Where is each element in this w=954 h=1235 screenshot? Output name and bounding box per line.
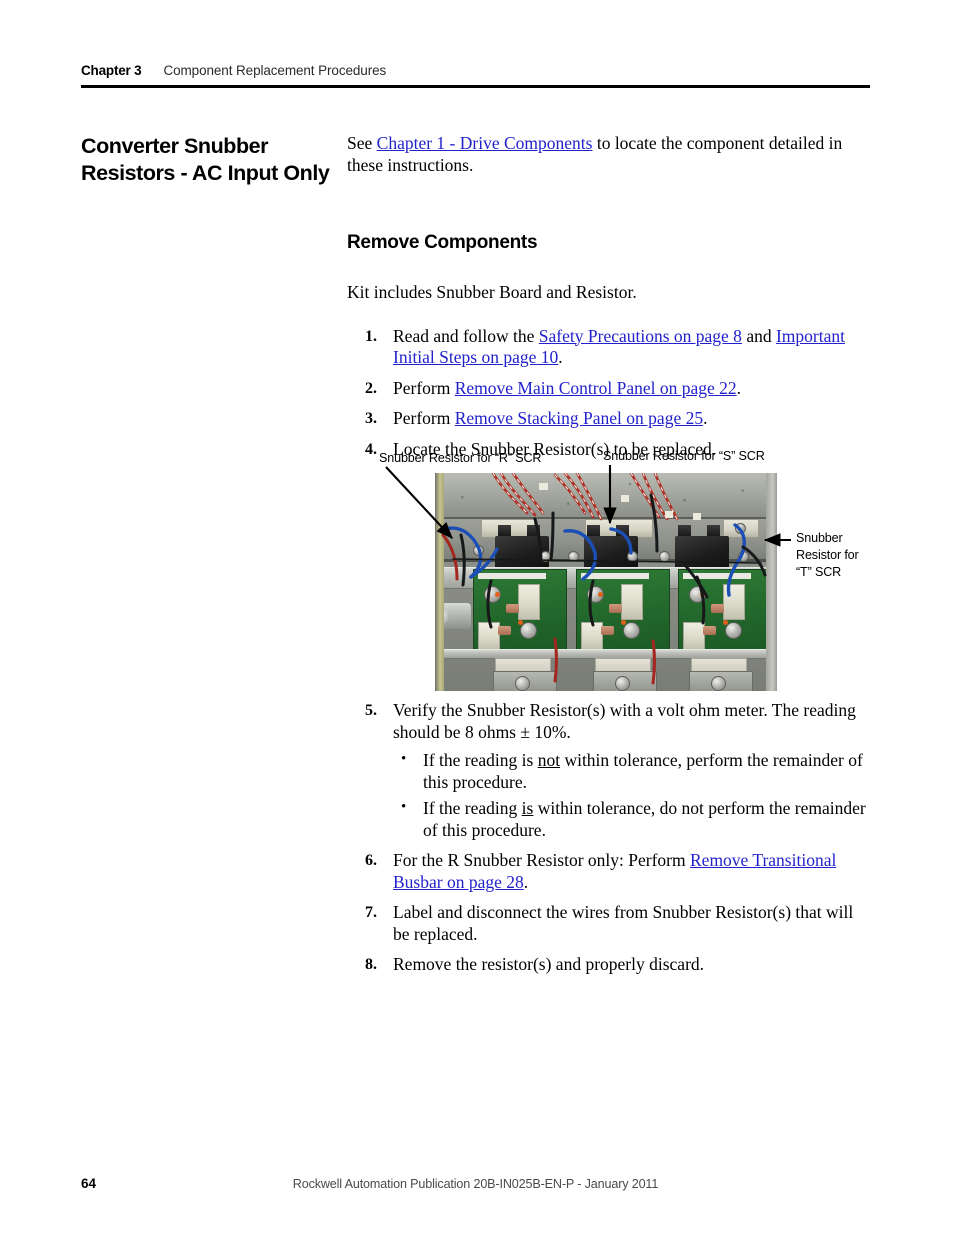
top-step-2-text-0: Perform (393, 408, 455, 428)
step-number: 7. (365, 904, 377, 921)
bullet-icon: • (401, 799, 407, 815)
header-row: Chapter 3 Component Replacement Procedur… (81, 63, 870, 78)
procedure-step: 7. Label and disconnect the wires from Sn… (347, 902, 870, 945)
top-step-2-text-2: . (703, 408, 708, 428)
section-lead-paragraph: Kit includes Snubber Board and Resistor. (347, 282, 637, 302)
photo-wiring-overlay (441, 473, 767, 685)
step-sub-item: • If the reading is not within tolerance,… (393, 750, 870, 793)
step-number: 8. (365, 956, 377, 973)
step-text: Read and follow the Safety Precautions o… (393, 326, 845, 368)
procedure-step: 8. Remove the resistor(s) and properly di… (347, 954, 870, 976)
step-text: Remove the resistor(s) and properly disc… (393, 954, 704, 974)
link-safety-precautions-on-page-8[interactable]: Safety Precautions on page 8 (539, 326, 742, 346)
bottom-sub-0-0-text-0: If the reading is (423, 750, 538, 770)
intro-paragraph: See Chapter 1 - Drive Components to loca… (347, 133, 870, 176)
publication-line: Rockwell Automation Publication 20B-IN02… (292, 1177, 659, 1191)
step-text: Perform Remove Main Control Panel on pag… (393, 378, 741, 398)
header-rule (81, 85, 870, 88)
step-sub-list: • If the reading is not within tolerance,… (393, 750, 870, 841)
top-step-0-text-2: and (741, 325, 776, 346)
procedure-step: 3. Perform Remove Stacking Panel on page … (347, 408, 870, 430)
bottom-step-3-text-0: Remove the resistor(s) and properly disc… (393, 954, 705, 974)
step-number: 6. (365, 852, 377, 869)
page-title: Converter Snubber Resistors - AC Input O… (81, 134, 330, 185)
procedure-steps-list-bottom: 5. Verify the Snubber Resistor(s) with a … (347, 700, 870, 976)
step-number: 1. (365, 327, 377, 345)
bottom-sub-0-1-emphasis-1: is (521, 798, 534, 818)
procedure-step: 2. Perform Remove Main Control Panel on p… (347, 378, 870, 400)
figure-callout-label-t: Snubber Resistor for “T” SCR (796, 531, 859, 579)
step-number: 5. (365, 702, 377, 719)
figure-snubber-resistor-locations: Snubber Resistor for “R” SCR Snubber Res… (347, 440, 870, 695)
figure-callout-label-r: Snubber Resistor for “R” SCR (379, 451, 542, 465)
figure-photo-converter-stack (435, 473, 777, 691)
bottom-step-0-text-0: Verify the Snubber Resistor(s) with a vo… (393, 700, 856, 742)
step-text: Perform Remove Stacking Panel on page 25… (393, 408, 707, 428)
procedure-steps-column-bottom: 5. Verify the Snubber Resistor(s) with a … (347, 700, 870, 985)
bottom-step-2-text-0: Label and disconnect the wires from Snub… (393, 902, 854, 944)
step-text: For the R Snubber Resistor only: Perform… (393, 850, 836, 892)
procedure-step: 6. For the R Snubber Resistor only: Perfo… (347, 850, 870, 893)
step-text: Verify the Snubber Resistor(s) with a vo… (393, 700, 856, 742)
step-number: 2. (365, 379, 377, 397)
procedure-step: 5. Verify the Snubber Resistor(s) with a … (347, 700, 870, 841)
link-chapter-1-drive-components[interactable]: Chapter 1 - Drive Components (377, 133, 593, 153)
link-remove-stacking-panel-on-page-25[interactable]: Remove Stacking Panel on page 25 (455, 408, 703, 428)
procedure-step: 1. Read and follow the Safety Precautions… (347, 326, 870, 369)
top-step-1-text-2: . (736, 377, 742, 398)
page-header: Chapter 3 Component Replacement Procedur… (81, 63, 870, 88)
bullet-icon: • (401, 751, 407, 767)
top-step-0-text-4: . (558, 347, 563, 367)
section-heading-remove-components: Remove Components (347, 232, 538, 253)
sub-item-text: If the reading is not within tolerance, … (423, 750, 863, 792)
step-text: Label and disconnect the wires from Snub… (393, 902, 853, 944)
header-chapter-label: Chapter 3 (81, 63, 142, 78)
bottom-step-1-text-0: For the R Snubber Resistor only: Perform (393, 850, 690, 870)
top-step-1-text-0: Perform (393, 377, 455, 398)
step-number: 3. (365, 410, 377, 427)
sub-item-text: If the reading is within tolerance, do n… (423, 798, 866, 840)
top-step-0-text-0: Read and follow the (393, 325, 539, 346)
header-chapter-title: Component Replacement Procedures (163, 63, 387, 78)
figure-callout-label-s: Snubber Resistor for “S” SCR (603, 449, 765, 463)
bottom-sub-0-1-text-0: If the reading (423, 798, 522, 818)
main-content-column: See Chapter 1 - Drive Components to loca… (347, 133, 870, 469)
intro-prefix: See (347, 133, 377, 153)
bottom-step-1-text-2: . (523, 871, 529, 892)
step-sub-item: • If the reading is within tolerance, do … (393, 798, 870, 841)
bottom-sub-0-0-emphasis-1: not (537, 750, 561, 770)
link-remove-main-control-panel-on-page-22[interactable]: Remove Main Control Panel on page 22 (455, 378, 737, 398)
